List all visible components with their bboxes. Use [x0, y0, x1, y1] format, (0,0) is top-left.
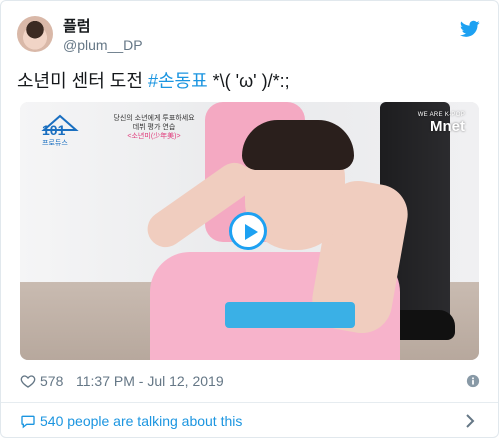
video-player[interactable]: 101 프로듀스 당신의 소년에게 투표하세요 데뷔 평가 연습 <소년미(少年…: [20, 102, 479, 360]
tweet-timestamp[interactable]: 11:37 PM - Jul 12, 2019: [76, 371, 224, 391]
embedded-tweet: 플럼 @plum__DP 소년미 센터 도전 #손동표 *\( 'ω' )/*:…: [0, 0, 499, 438]
tweet-meta: 578 11:37 PM - Jul 12, 2019: [20, 371, 482, 391]
footer-divider: [1, 402, 498, 403]
caption-line-1: 당신의 소년에게 투표하세요: [113, 115, 195, 122]
hashtag-link[interactable]: #손동표: [148, 71, 208, 91]
caption-line-3: <소년미(少年美)>: [127, 133, 181, 140]
author-display-name[interactable]: 플럼: [63, 18, 143, 36]
trainee-hair: [242, 120, 354, 170]
tweet-header: 플럼 @plum__DP: [17, 16, 482, 60]
tweet-text: 소년미 센터 도전 #손동표 *\( 'ω' )/*:;: [17, 69, 482, 93]
name-badge: [225, 302, 355, 328]
tweet-text-suffix: *\( 'ω' )/*:;: [207, 71, 290, 91]
chevron-right-icon[interactable]: [464, 413, 476, 429]
like-count[interactable]: 578: [40, 371, 63, 391]
tweet-footer[interactable]: 540 people are talking about this: [20, 411, 482, 431]
twitter-bird-icon[interactable]: [460, 20, 480, 38]
author-handle[interactable]: @plum__DP: [63, 36, 143, 54]
video-caption: 당신의 소년에게 투표하세요 데뷔 평가 연습 <소년미(少年美)>: [84, 114, 224, 141]
mnet-watermark: WE ARE K-POP Mnet: [418, 112, 465, 135]
author-names[interactable]: 플럼 @plum__DP: [63, 18, 143, 54]
logo-number: 101: [42, 122, 66, 138]
people-talking-link[interactable]: 540 people are talking about this: [40, 411, 242, 431]
play-button-icon[interactable]: [229, 212, 267, 250]
mnet-logo: Mnet: [430, 118, 465, 135]
comment-bubble-icon: [21, 415, 35, 429]
info-icon[interactable]: [466, 374, 480, 388]
avatar[interactable]: [17, 16, 53, 52]
tweet-text-prefix: 소년미 센터 도전: [17, 71, 148, 91]
logo-subtitle: 프로듀스: [42, 140, 68, 147]
caption-line-2: 데뷔 평가 연습: [132, 124, 176, 131]
heart-icon[interactable]: [20, 373, 36, 389]
